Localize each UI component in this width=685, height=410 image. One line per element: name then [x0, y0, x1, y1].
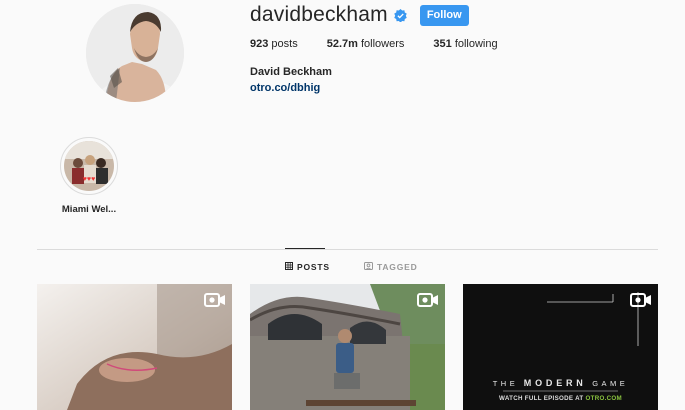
grid-icon — [285, 262, 293, 272]
profile-stats: 923 posts 52.7m followers 351 following — [250, 38, 527, 50]
video-icon — [417, 293, 438, 307]
profile-avatar[interactable] — [86, 4, 184, 102]
post-overlay-subtitle: WATCH FULL EPISODE AT OTRO.COM — [463, 395, 658, 402]
video-icon — [630, 293, 651, 307]
follow-button[interactable]: Follow — [419, 4, 469, 26]
posts-count: 923 — [250, 38, 269, 50]
video-icon — [204, 293, 225, 307]
overlay-sub-link: OTRO.COM — [585, 395, 622, 402]
tab-tagged[interactable]: TAGGED — [364, 262, 418, 272]
post-thumbnail[interactable]: THE MODERN GAME WATCH FULL EPISODE AT OT… — [463, 284, 658, 410]
tab-posts[interactable]: POSTS — [285, 262, 330, 272]
post-thumbnail[interactable] — [250, 284, 445, 410]
highlight-ring: ♥♥♥ — [60, 137, 118, 195]
followers-label: followers — [360, 38, 405, 50]
verified-badge-icon — [394, 8, 407, 22]
following-stat[interactable]: 351 following — [433, 38, 497, 50]
tag-icon — [364, 262, 373, 272]
overlay-title-main: MODERN — [523, 378, 587, 388]
tabs-divider — [37, 249, 658, 250]
profile-info: davidbeckham Follow — [250, 3, 469, 26]
full-name: David Beckham — [250, 66, 332, 78]
tab-tagged-label: TAGGED — [377, 262, 418, 272]
posts-label: posts — [271, 38, 298, 50]
story-highlight[interactable]: ♥♥♥ Miami Wel... — [52, 137, 126, 215]
following-count: 351 — [433, 38, 452, 50]
overlay-sub-pre: WATCH FULL EPISODE AT — [499, 395, 586, 402]
post-overlay-title: THE MODERN GAME — [463, 378, 658, 388]
active-tab-indicator — [285, 248, 325, 249]
tab-posts-label: POSTS — [297, 262, 330, 272]
posts-stat: 923 posts — [250, 38, 298, 50]
post-thumbnail[interactable] — [37, 284, 232, 410]
highlight-label: Miami Wel... — [61, 204, 117, 215]
overlay-title-post: GAME — [586, 379, 629, 388]
highlight-thumbnail: ♥♥♥ — [64, 141, 114, 191]
profile-link[interactable]: otro.co/dbhig — [250, 82, 320, 94]
profile-page: davidbeckham Follow 923 posts 52.7m foll… — [0, 0, 685, 410]
following-label: following — [454, 38, 498, 50]
overlay-title-pre: THE — [492, 379, 524, 388]
followers-stat[interactable]: 52.7m followers — [327, 38, 405, 50]
followers-count: 52.7m — [326, 38, 358, 50]
svg-text:♥♥♥: ♥♥♥ — [83, 176, 95, 183]
username: davidbeckham — [250, 3, 388, 26]
